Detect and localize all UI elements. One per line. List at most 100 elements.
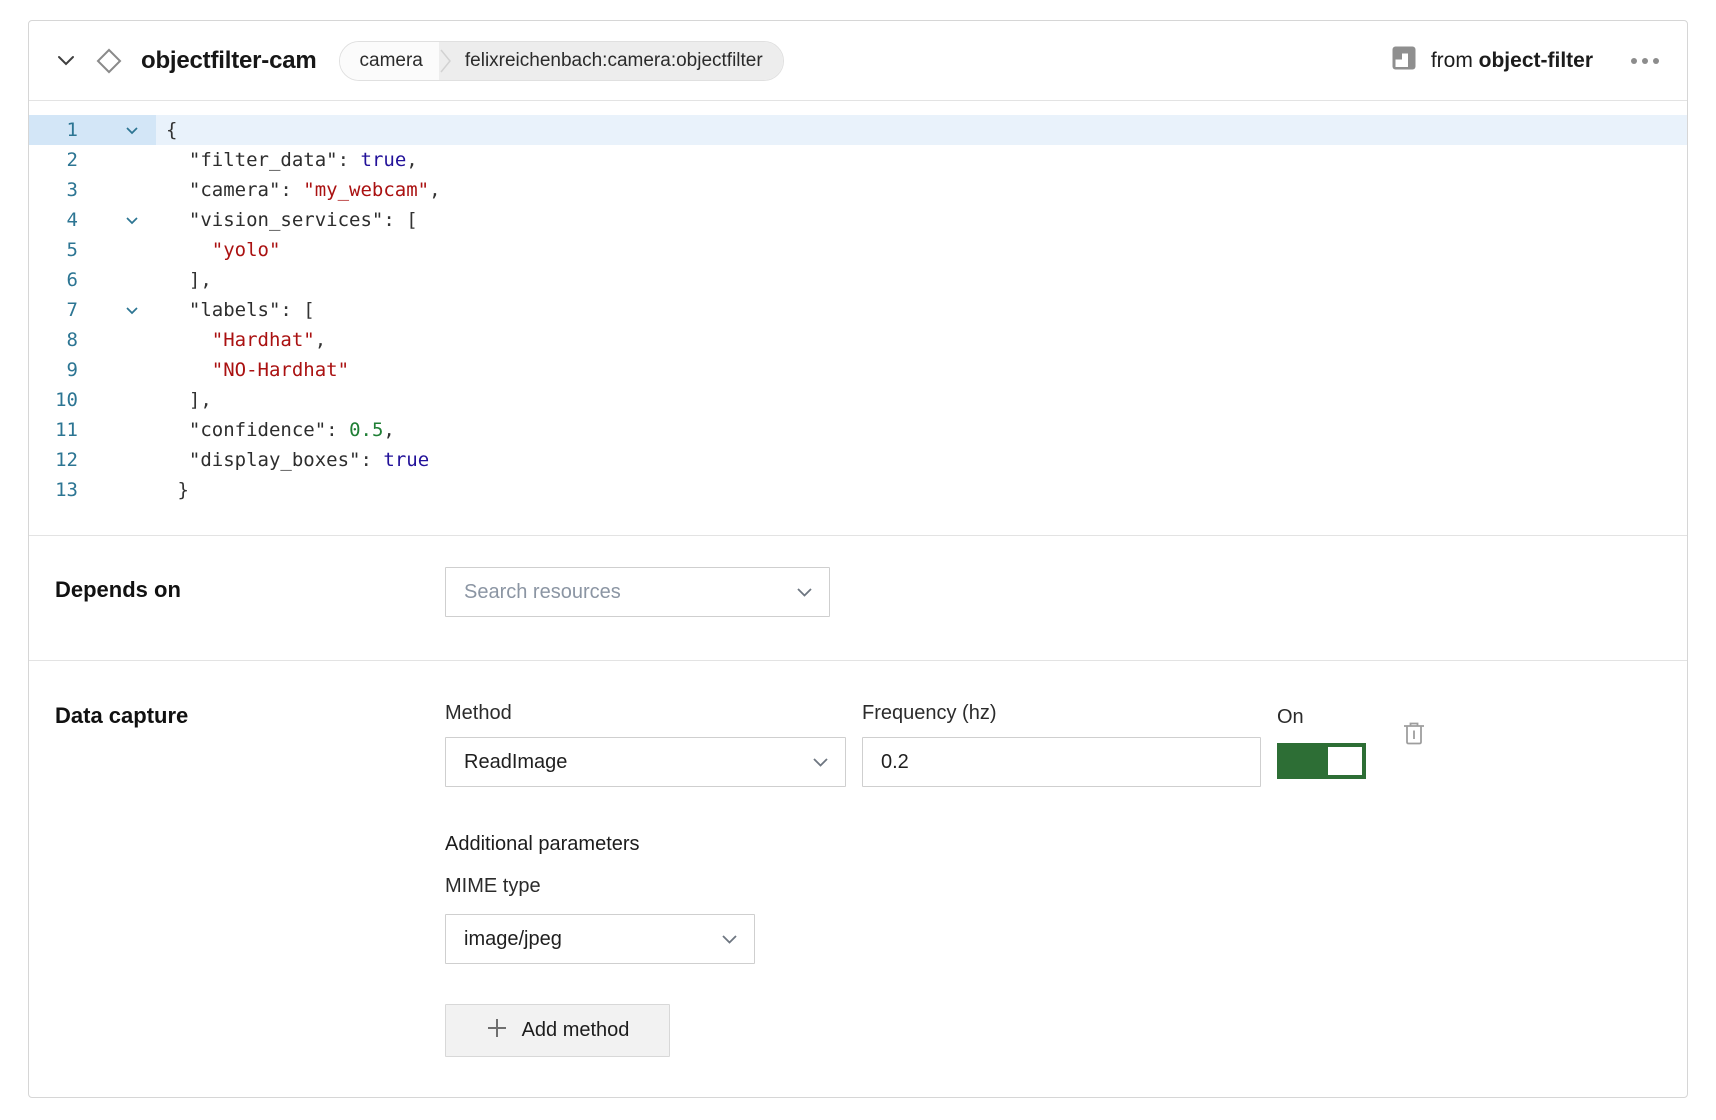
frequency-input[interactable] bbox=[881, 751, 1244, 774]
method-value: ReadImage bbox=[464, 751, 567, 774]
code-editor[interactable]: 1{2 "filter_data": true,3 "camera": "my_… bbox=[29, 101, 1687, 536]
depends-on-select[interactable] bbox=[445, 567, 830, 617]
editor-gutter: 2 bbox=[29, 145, 156, 175]
editor-gutter: 5 bbox=[29, 235, 156, 265]
resource-card: objectfilter-cam camera felixreichenbach… bbox=[28, 20, 1688, 1098]
code-text: "yolo" bbox=[156, 235, 280, 265]
delete-method-button[interactable] bbox=[1401, 719, 1427, 787]
code-line[interactable]: 4 "vision_services": [ bbox=[29, 205, 1687, 235]
badge-chevron-icon bbox=[439, 42, 453, 80]
line-number: 5 bbox=[29, 235, 78, 265]
code-text: "camera": "my_webcam", bbox=[156, 175, 441, 205]
code-line[interactable]: 11 "confidence": 0.5, bbox=[29, 415, 1687, 445]
code-text: } bbox=[156, 475, 189, 505]
badge-type-label: camera bbox=[340, 42, 439, 80]
line-number: 9 bbox=[29, 355, 78, 385]
line-number: 13 bbox=[29, 475, 78, 505]
on-toggle[interactable] bbox=[1277, 743, 1366, 779]
editor-gutter: 4 bbox=[29, 205, 156, 235]
additional-parameters-label: Additional parameters bbox=[445, 832, 1427, 856]
collapse-chevron-icon[interactable] bbox=[55, 50, 77, 72]
fold-chevron-icon[interactable] bbox=[78, 205, 156, 235]
data-capture-form: Method ReadImage Frequency (hz) bbox=[445, 701, 1427, 1057]
badge-model-label: felixreichenbach:camera:objectfilter bbox=[453, 42, 783, 80]
ellipsis-menu-icon[interactable] bbox=[1629, 57, 1661, 65]
resource-name: objectfilter-cam bbox=[141, 47, 317, 75]
method-label: Method bbox=[445, 701, 846, 725]
fold-spacer bbox=[78, 385, 156, 415]
editor-gutter: 13 bbox=[29, 475, 156, 505]
depends-on-section: Depends on bbox=[29, 536, 1687, 660]
module-icon bbox=[1391, 45, 1417, 76]
line-number: 6 bbox=[29, 265, 78, 295]
line-number: 8 bbox=[29, 325, 78, 355]
code-line[interactable]: 1{ bbox=[29, 115, 1687, 145]
code-line[interactable]: 9 "NO-Hardhat" bbox=[29, 355, 1687, 385]
code-line[interactable]: 13 } bbox=[29, 475, 1687, 505]
code-line[interactable]: 3 "camera": "my_webcam", bbox=[29, 175, 1687, 205]
code-line[interactable]: 5 "yolo" bbox=[29, 235, 1687, 265]
code-line[interactable]: 10 ], bbox=[29, 385, 1687, 415]
frequency-field bbox=[862, 737, 1261, 787]
code-text: "display_boxes": true bbox=[156, 445, 429, 475]
fold-spacer bbox=[78, 175, 156, 205]
mime-type-value: image/jpeg bbox=[464, 928, 562, 951]
fold-chevron-icon[interactable] bbox=[78, 115, 156, 145]
line-number: 10 bbox=[29, 385, 78, 415]
toggle-knob bbox=[1328, 747, 1362, 775]
code-text: "labels": [ bbox=[156, 295, 315, 325]
resources-search-input[interactable] bbox=[464, 581, 796, 604]
resource-card-header: objectfilter-cam camera felixreichenbach… bbox=[29, 21, 1687, 101]
line-number: 3 bbox=[29, 175, 78, 205]
add-method-button[interactable]: Add method bbox=[445, 1004, 670, 1057]
code-text: ], bbox=[156, 265, 212, 295]
from-module-name[interactable]: object-filter bbox=[1479, 49, 1593, 72]
depends-on-label: Depends on bbox=[55, 567, 445, 617]
fold-spacer bbox=[78, 235, 156, 265]
trash-icon bbox=[1401, 719, 1427, 787]
fold-spacer bbox=[78, 265, 156, 295]
editor-gutter: 3 bbox=[29, 175, 156, 205]
code-line[interactable]: 8 "Hardhat", bbox=[29, 325, 1687, 355]
data-capture-section: Data capture Method ReadImage Frequency … bbox=[29, 660, 1687, 1098]
code-text: "filter_data": true, bbox=[156, 145, 418, 175]
line-number: 2 bbox=[29, 145, 78, 175]
code-line[interactable]: 7 "labels": [ bbox=[29, 295, 1687, 325]
code-line[interactable]: 6 ], bbox=[29, 265, 1687, 295]
from-module-text: from object-filter bbox=[1431, 49, 1593, 73]
component-diamond-icon bbox=[95, 47, 123, 75]
editor-gutter: 12 bbox=[29, 445, 156, 475]
method-select[interactable]: ReadImage bbox=[445, 737, 846, 787]
resource-type-badge: camera felixreichenbach:camera:objectfil… bbox=[339, 41, 784, 81]
code-line[interactable]: 12 "display_boxes": true bbox=[29, 445, 1687, 475]
mime-type-select[interactable]: image/jpeg bbox=[445, 914, 755, 964]
code-text: ], bbox=[156, 385, 212, 415]
editor-gutter: 9 bbox=[29, 355, 156, 385]
code-line[interactable]: 2 "filter_data": true, bbox=[29, 145, 1687, 175]
fold-spacer bbox=[78, 325, 156, 355]
line-number: 4 bbox=[29, 205, 78, 235]
code-text: "NO-Hardhat" bbox=[156, 355, 349, 385]
fold-spacer bbox=[78, 475, 156, 505]
editor-gutter: 1 bbox=[29, 115, 156, 145]
fold-spacer bbox=[78, 445, 156, 475]
code-text: { bbox=[156, 115, 177, 145]
line-number: 1 bbox=[29, 115, 78, 145]
chevron-down-icon bbox=[812, 757, 829, 768]
on-label: On bbox=[1277, 705, 1366, 729]
line-number: 11 bbox=[29, 415, 78, 445]
from-label: from bbox=[1431, 49, 1473, 72]
line-number: 7 bbox=[29, 295, 78, 325]
editor-gutter: 6 bbox=[29, 265, 156, 295]
chevron-down-icon bbox=[721, 934, 738, 945]
data-capture-label: Data capture bbox=[55, 701, 445, 1057]
editor-gutter: 7 bbox=[29, 295, 156, 325]
editor-gutter: 8 bbox=[29, 325, 156, 355]
fold-chevron-icon[interactable] bbox=[78, 295, 156, 325]
fold-spacer bbox=[78, 145, 156, 175]
editor-gutter: 11 bbox=[29, 415, 156, 445]
fold-spacer bbox=[78, 355, 156, 385]
code-text: "vision_services": [ bbox=[156, 205, 418, 235]
mime-type-label: MIME type bbox=[445, 874, 1427, 898]
editor-gutter: 10 bbox=[29, 385, 156, 415]
